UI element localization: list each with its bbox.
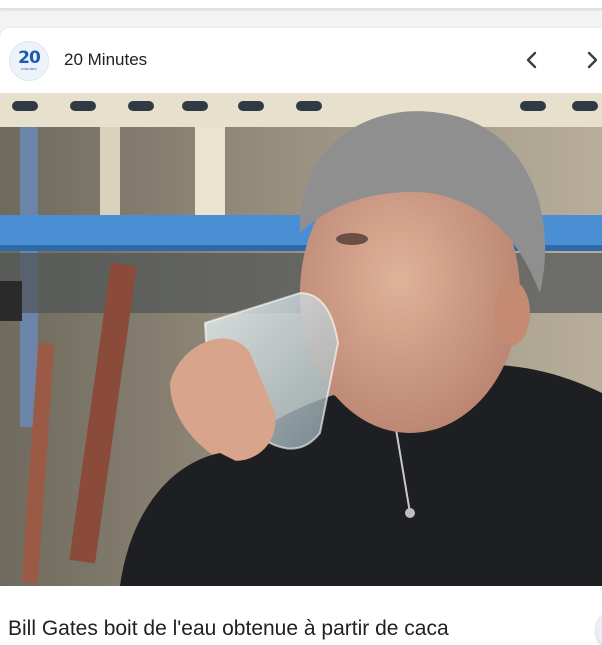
publisher-name[interactable]: 20 Minutes (64, 50, 147, 70)
next-button[interactable] (578, 46, 602, 74)
news-card[interactable]: 20 minutes 20 Minutes Bill Gates boit de… (0, 28, 602, 645)
previous-button[interactable] (518, 46, 546, 74)
photo-illustration (0, 93, 602, 586)
card-header: 20 minutes 20 Minutes (0, 28, 602, 92)
article-image[interactable] (0, 93, 602, 586)
logo-digits: 20 (18, 48, 41, 68)
previous-result-card (0, 0, 602, 9)
chevron-right-icon (587, 51, 598, 69)
article-headline[interactable]: Bill Gates boit de l'eau obtenue à parti… (8, 617, 449, 641)
chevron-left-icon (526, 51, 537, 69)
edge-action-button[interactable] (596, 610, 602, 645)
logo-word: minutes (21, 66, 37, 71)
publisher-logo[interactable]: 20 minutes (9, 41, 49, 81)
